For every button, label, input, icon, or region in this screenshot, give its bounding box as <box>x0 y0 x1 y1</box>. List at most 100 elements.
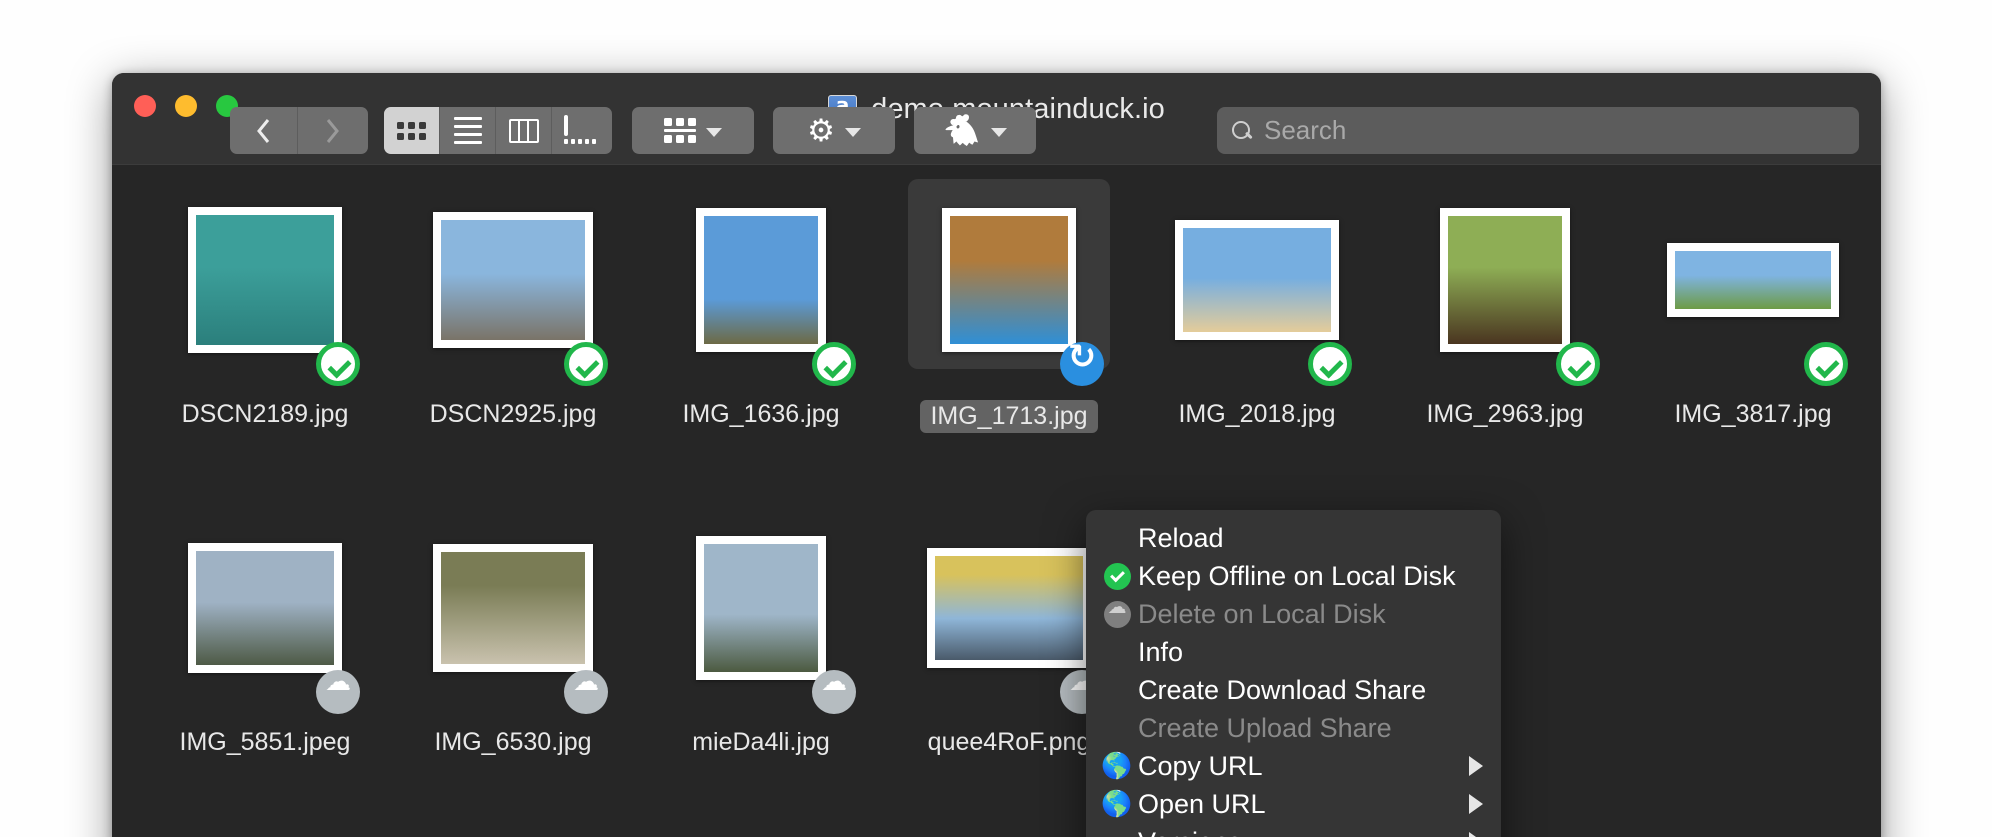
photo-image <box>704 216 818 344</box>
status-badge-cloud <box>564 670 608 714</box>
view-list-button[interactable] <box>440 107 496 154</box>
file-item[interactable]: DSCN2189.jpg <box>164 187 366 429</box>
menu-item-label: Versions <box>1138 827 1242 837</box>
submenu-arrow-icon <box>1469 794 1483 814</box>
menu-item-keep-offline[interactable]: Keep Offline on Local Disk <box>1086 557 1501 595</box>
menu-item-label: Create Download Share <box>1138 675 1426 706</box>
file-browser: DSCN2189.jpg DSCN2925.jpg <box>112 165 1881 837</box>
back-forward-segment <box>230 107 368 154</box>
status-badge-cloud <box>316 670 360 714</box>
menu-item-label: Info <box>1138 637 1183 668</box>
status-badge-online <box>1308 342 1352 386</box>
group-icon <box>664 118 696 143</box>
view-mode-segment <box>384 107 612 154</box>
thumbnail <box>660 515 862 700</box>
menu-item-label: Copy URL <box>1138 751 1263 782</box>
thumbnail <box>412 515 614 700</box>
photo-image <box>1183 228 1331 332</box>
globe-icon: 🌎 <box>1100 792 1134 817</box>
status-badge-syncing <box>1060 342 1104 386</box>
duck-icon: 🐔 <box>943 116 980 146</box>
photo-frame <box>696 208 826 352</box>
action-button[interactable]: ⚙ <box>773 107 895 154</box>
photo-image <box>1675 251 1831 309</box>
file-item[interactable]: IMG_5851.jpeg <box>164 515 366 757</box>
menu-item-create-upload-share: Create Upload Share <box>1086 709 1501 747</box>
menu-item-info[interactable]: Info <box>1086 633 1501 671</box>
file-item-selected[interactable]: IMG_1713.jpg <box>908 187 1110 433</box>
chevron-right-icon <box>324 117 340 145</box>
thumbnail <box>164 187 366 372</box>
chevron-down-icon <box>706 128 722 137</box>
photo-frame <box>1440 208 1570 352</box>
file-name: DSCN2189.jpg <box>164 400 366 429</box>
file-name: IMG_2018.jpg <box>1156 400 1358 429</box>
menu-item-label: Reload <box>1138 523 1224 554</box>
menu-item-create-download-share[interactable]: Create Download Share <box>1086 671 1501 709</box>
file-name: IMG_5851.jpeg <box>164 728 366 757</box>
mountain-duck-button[interactable]: 🐔 <box>914 107 1036 154</box>
photo-frame <box>942 208 1076 352</box>
menu-item-open-url[interactable]: 🌎 Open URL <box>1086 785 1501 823</box>
toolbar-group-view: View <box>384 107 612 154</box>
photo-frame <box>433 544 593 672</box>
file-name: mieDa4li.jpg <box>660 728 862 757</box>
photo-image <box>1448 216 1562 344</box>
group-button[interactable] <box>632 107 754 154</box>
menu-item-delete-local: Delete on Local Disk <box>1086 595 1501 633</box>
file-name: IMG_1636.jpg <box>660 400 862 429</box>
view-gallery-button[interactable] <box>552 107 608 154</box>
file-item[interactable]: IMG_2963.jpg <box>1404 187 1606 429</box>
back-button[interactable] <box>230 107 298 154</box>
toolbar-group-group: Group <box>632 107 754 154</box>
gear-icon: ⚙ <box>807 115 835 146</box>
photo-frame <box>696 536 826 680</box>
photo-frame <box>188 207 342 353</box>
chevron-left-icon <box>256 117 272 145</box>
forward-button[interactable] <box>298 107 366 154</box>
globe-icon: 🌎 <box>1100 754 1134 779</box>
file-item[interactable]: IMG_1636.jpg <box>660 187 862 429</box>
menu-item-label: Keep Offline on Local Disk <box>1138 561 1456 592</box>
file-item[interactable]: mieDa4li.jpg <box>660 515 862 757</box>
file-item[interactable]: IMG_2018.jpg <box>1156 187 1358 429</box>
file-name: IMG_6530.jpg <box>412 728 614 757</box>
photo-frame <box>1667 243 1839 317</box>
view-icon-button[interactable] <box>384 107 440 154</box>
photo-image <box>196 215 334 345</box>
file-name: IMG_3817.jpg <box>1652 400 1854 429</box>
chevron-down-icon <box>845 128 861 137</box>
submenu-arrow-icon <box>1469 756 1483 776</box>
status-badge-online <box>564 342 608 386</box>
list-view-icon <box>454 117 482 144</box>
menu-item-copy-url[interactable]: 🌎 Copy URL <box>1086 747 1501 785</box>
menu-item-label: Open URL <box>1138 789 1266 820</box>
toolbar-group-mountain-duck: 🐔 Mountain Duck <box>914 107 1036 154</box>
status-badge-online <box>316 342 360 386</box>
file-item[interactable]: IMG_3817.jpg <box>1652 187 1854 429</box>
file-item[interactable]: IMG_6530.jpg <box>412 515 614 757</box>
menu-item-label: Delete on Local Disk <box>1138 599 1386 630</box>
gray-cloud-icon <box>1100 601 1134 628</box>
thumbnail <box>908 515 1110 700</box>
file-name: DSCN2925.jpg <box>412 400 614 429</box>
photo-frame <box>927 548 1091 668</box>
view-column-button[interactable] <box>496 107 552 154</box>
grid-view-icon <box>397 122 426 140</box>
photo-frame <box>1175 220 1339 340</box>
file-item[interactable]: quee4RoF.png <box>908 515 1110 757</box>
toolbar: Back/Forward <box>112 107 1881 165</box>
gallery-view-icon <box>564 117 596 144</box>
status-badge-online <box>1804 342 1848 386</box>
photo-frame <box>433 212 593 348</box>
thumbnail <box>1404 187 1606 372</box>
column-view-icon <box>509 119 539 143</box>
file-item[interactable]: DSCN2925.jpg <box>412 187 614 429</box>
menu-item-reload[interactable]: Reload <box>1086 519 1501 557</box>
search-field[interactable]: Search <box>1217 107 1859 154</box>
photo-image <box>704 544 818 672</box>
menu-item-versions[interactable]: Versions <box>1086 823 1501 837</box>
context-menu: Reload Keep Offline on Local Disk Delete… <box>1086 510 1501 837</box>
toolbar-group-back-forward: Back/Forward <box>230 107 368 154</box>
title-bar: demo.mountainduck.io <box>112 73 1881 165</box>
